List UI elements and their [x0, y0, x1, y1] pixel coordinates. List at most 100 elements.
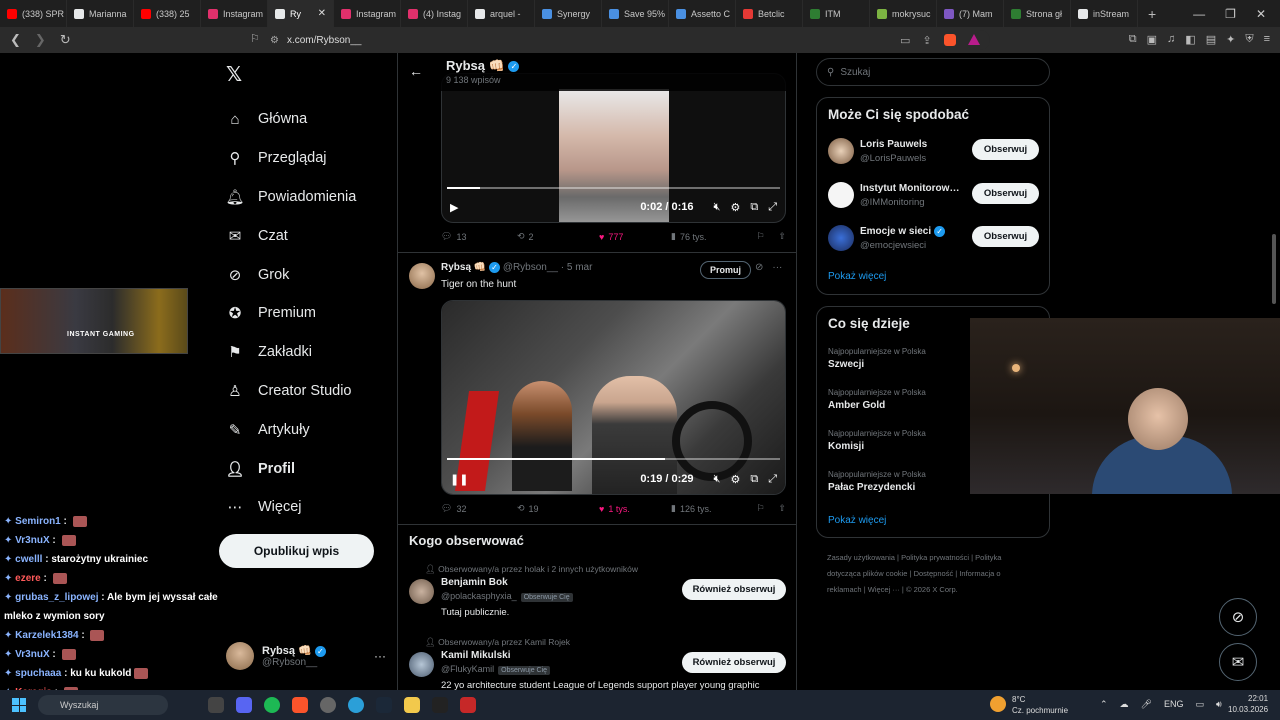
reply-button[interactable]: 💬︎ 13: [441, 231, 517, 242]
nav-item-chat[interactable]: ✉ Czat: [226, 216, 356, 255]
browser-tab[interactable]: (338) SPR: [0, 0, 67, 27]
tweet-video-player[interactable]: ❚❚ 0:19 / 0:29 🔇︎ ⚙ ⧉ ⤢: [441, 300, 786, 495]
trend-item[interactable]: Najpopularniejsze w Polska Pałac Prezyden…: [828, 470, 926, 493]
nav-item-profile[interactable]: 👤︎ Profil: [225, 449, 356, 488]
share-icon[interactable]: ⇪: [922, 34, 931, 47]
nav-item-premium[interactable]: ✪ Premium: [226, 294, 356, 333]
tweet-author[interactable]: Rybsą 👊🏻: [441, 262, 486, 273]
footer-link[interactable]: Polityka prywatności: [901, 553, 969, 562]
volume-icon[interactable]: 🔊︎: [1216, 699, 1222, 710]
user-name[interactable]: Instytut Monitorowania: [860, 183, 963, 194]
show-more-link[interactable]: Pokaż więcej: [828, 271, 886, 282]
settings-icon[interactable]: ⚙: [730, 473, 740, 486]
user-name[interactable]: Benjamin Bok: [441, 577, 508, 588]
nav-item-bookmarks[interactable]: ⚑ Zakładki: [226, 333, 356, 372]
user-name[interactable]: Kamil Mikulski: [441, 650, 510, 661]
suggestion-row[interactable]: Instytut Monitorowania @IMMonitoring Obser…: [828, 181, 1043, 212]
scrollbar-thumb[interactable]: [1272, 234, 1276, 304]
avatar[interactable]: [409, 263, 435, 289]
user-name[interactable]: Loris Pauwels: [860, 139, 963, 150]
browser-tab[interactable]: (338) 25: [134, 0, 201, 27]
taskview-icon[interactable]: [208, 697, 224, 713]
reply-button[interactable]: 💬︎ 32: [441, 503, 517, 514]
tab-search-icon[interactable]: ▣: [1147, 33, 1157, 46]
nav-item-home[interactable]: ⌂ Główna: [226, 100, 356, 139]
url-text[interactable]: x.com/Rybson__: [287, 35, 361, 46]
maximize-icon[interactable]: ❐: [1225, 7, 1236, 21]
account-switcher[interactable]: Rybsą 👊🏻 ✓ @Rybson__ ···: [226, 642, 386, 670]
nav-item-creator-studio[interactable]: ♙ Creator Studio: [226, 372, 356, 411]
trend-item[interactable]: Najpopularniejsze w Polska Amber Gold: [828, 388, 926, 411]
app-icon[interactable]: [404, 697, 420, 713]
pause-icon[interactable]: ❚❚: [450, 473, 468, 486]
post-button[interactable]: Opublikuj wpis: [219, 534, 374, 568]
forward-icon[interactable]: ❯: [35, 32, 46, 48]
video-progress-bar[interactable]: [447, 187, 780, 189]
browser-tab[interactable]: Assetto C: [669, 0, 736, 27]
like-button[interactable]: ♥ 1 tys.: [599, 504, 671, 514]
nav-item-more[interactable]: ⋯ Więcej: [226, 488, 356, 527]
pip-icon[interactable]: ⧉: [750, 473, 758, 486]
more-icon[interactable]: ···: [772, 262, 782, 273]
follow-button[interactable]: Obserwuj: [972, 182, 1039, 204]
chat-username[interactable]: grubas_z_lipowej: [15, 592, 98, 603]
nav-item-explore[interactable]: ⚲ Przeglądaj: [226, 139, 356, 178]
voicemod-icon[interactable]: [460, 697, 476, 713]
browser-tab[interactable]: (7) Mam: [937, 0, 1004, 27]
x-logo-icon[interactable]: 𝕏: [226, 62, 242, 87]
suggestion-row[interactable]: Loris Pauwels @LorisPauwels Obserwuj: [828, 138, 1043, 168]
vpn-icon[interactable]: ⛨: [1245, 33, 1253, 46]
sidebar-icon[interactable]: ◧: [1185, 33, 1195, 46]
brave-rewards-icon[interactable]: [967, 33, 980, 45]
site-info-icon[interactable]: ⚙: [270, 35, 279, 46]
network-icon[interactable]: ▭: [1196, 699, 1205, 710]
browser-tab[interactable]: Save 95%: [602, 0, 669, 27]
start-icon[interactable]: [12, 698, 26, 712]
menu-icon[interactable]: ≡: [1264, 33, 1270, 46]
leo-icon[interactable]: ✦: [1226, 33, 1235, 46]
user-name[interactable]: Emocje w sieci ✓: [860, 226, 963, 237]
wallet-icon[interactable]: ▤: [1206, 33, 1216, 46]
chat-username[interactable]: Vr3nuX: [15, 535, 49, 546]
nav-item-notifications[interactable]: 🔔︎ Powiadomienia: [225, 178, 356, 217]
chevron-up-icon[interactable]: ⌃: [1100, 699, 1108, 710]
avatar[interactable]: [828, 225, 854, 251]
follow-back-button[interactable]: Również obserwuj: [682, 579, 786, 600]
minimize-icon[interactable]: —: [1193, 7, 1205, 21]
show-more-link[interactable]: Pokaż więcej: [828, 515, 886, 526]
discord-icon[interactable]: [236, 697, 252, 713]
browser-tab[interactable]: Strona gł: [1004, 0, 1071, 27]
browser-tab[interactable]: arquel -: [468, 0, 535, 27]
follow-back-button[interactable]: Również obserwuj: [682, 652, 786, 673]
bookmark-icon[interactable]: ⚐: [250, 32, 260, 45]
clock[interactable]: 22:01 10.03.2026: [1228, 693, 1268, 715]
browser-tab[interactable]: ITM: [803, 0, 870, 27]
mute-icon[interactable]: 🔇︎: [714, 201, 721, 214]
nav-item-grok[interactable]: ⊘ Grok: [226, 255, 356, 294]
promote-button[interactable]: Promuj: [700, 261, 752, 279]
footer-link[interactable]: Zasady użytkowania: [827, 553, 895, 562]
taskbar-search[interactable]: Wyszukaj: [38, 695, 168, 715]
repost-button[interactable]: ⟲ 19: [517, 503, 599, 514]
brave-icon[interactable]: [292, 697, 308, 713]
browser-tab[interactable]: inStream: [1071, 0, 1138, 27]
fullscreen-icon[interactable]: ⤢: [768, 473, 777, 486]
bookmark-icon[interactable]: ⚐: [756, 231, 764, 242]
suggestion-row[interactable]: Emocje w sieci ✓ @emocjewsieci Obserwuj: [828, 225, 1043, 255]
share-icon[interactable]: ⇧: [778, 503, 786, 514]
mic-icon[interactable]: 🎤︎: [1141, 699, 1152, 710]
browser-tab[interactable]: Betclic: [736, 0, 803, 27]
grok-icon[interactable]: ⊘: [755, 262, 763, 273]
chat-username[interactable]: Vr3nuX: [15, 649, 49, 660]
brave-shields-icon[interactable]: [943, 33, 956, 46]
back-arrow-icon[interactable]: ←: [409, 63, 423, 79]
trend-item[interactable]: Najpopularniejsze w Polska Szwecji: [828, 347, 926, 370]
footer-link[interactable]: Dostępność: [914, 569, 954, 578]
steam-icon[interactable]: [376, 697, 392, 713]
tweet-video-player[interactable]: ▶ 0:02 / 0:16 🔇︎ ⚙ ⧉ ⤢: [441, 73, 786, 223]
weather-widget[interactable]: 8°C Cz. pochmurnie: [990, 694, 1068, 716]
fullscreen-icon[interactable]: ⤢: [768, 201, 777, 214]
nav-item-articles[interactable]: ✎ Artykuły: [226, 410, 356, 449]
browser-tab[interactable]: Instagram: [334, 0, 401, 27]
views-button[interactable]: ▮ 126 tys.: [671, 503, 746, 514]
